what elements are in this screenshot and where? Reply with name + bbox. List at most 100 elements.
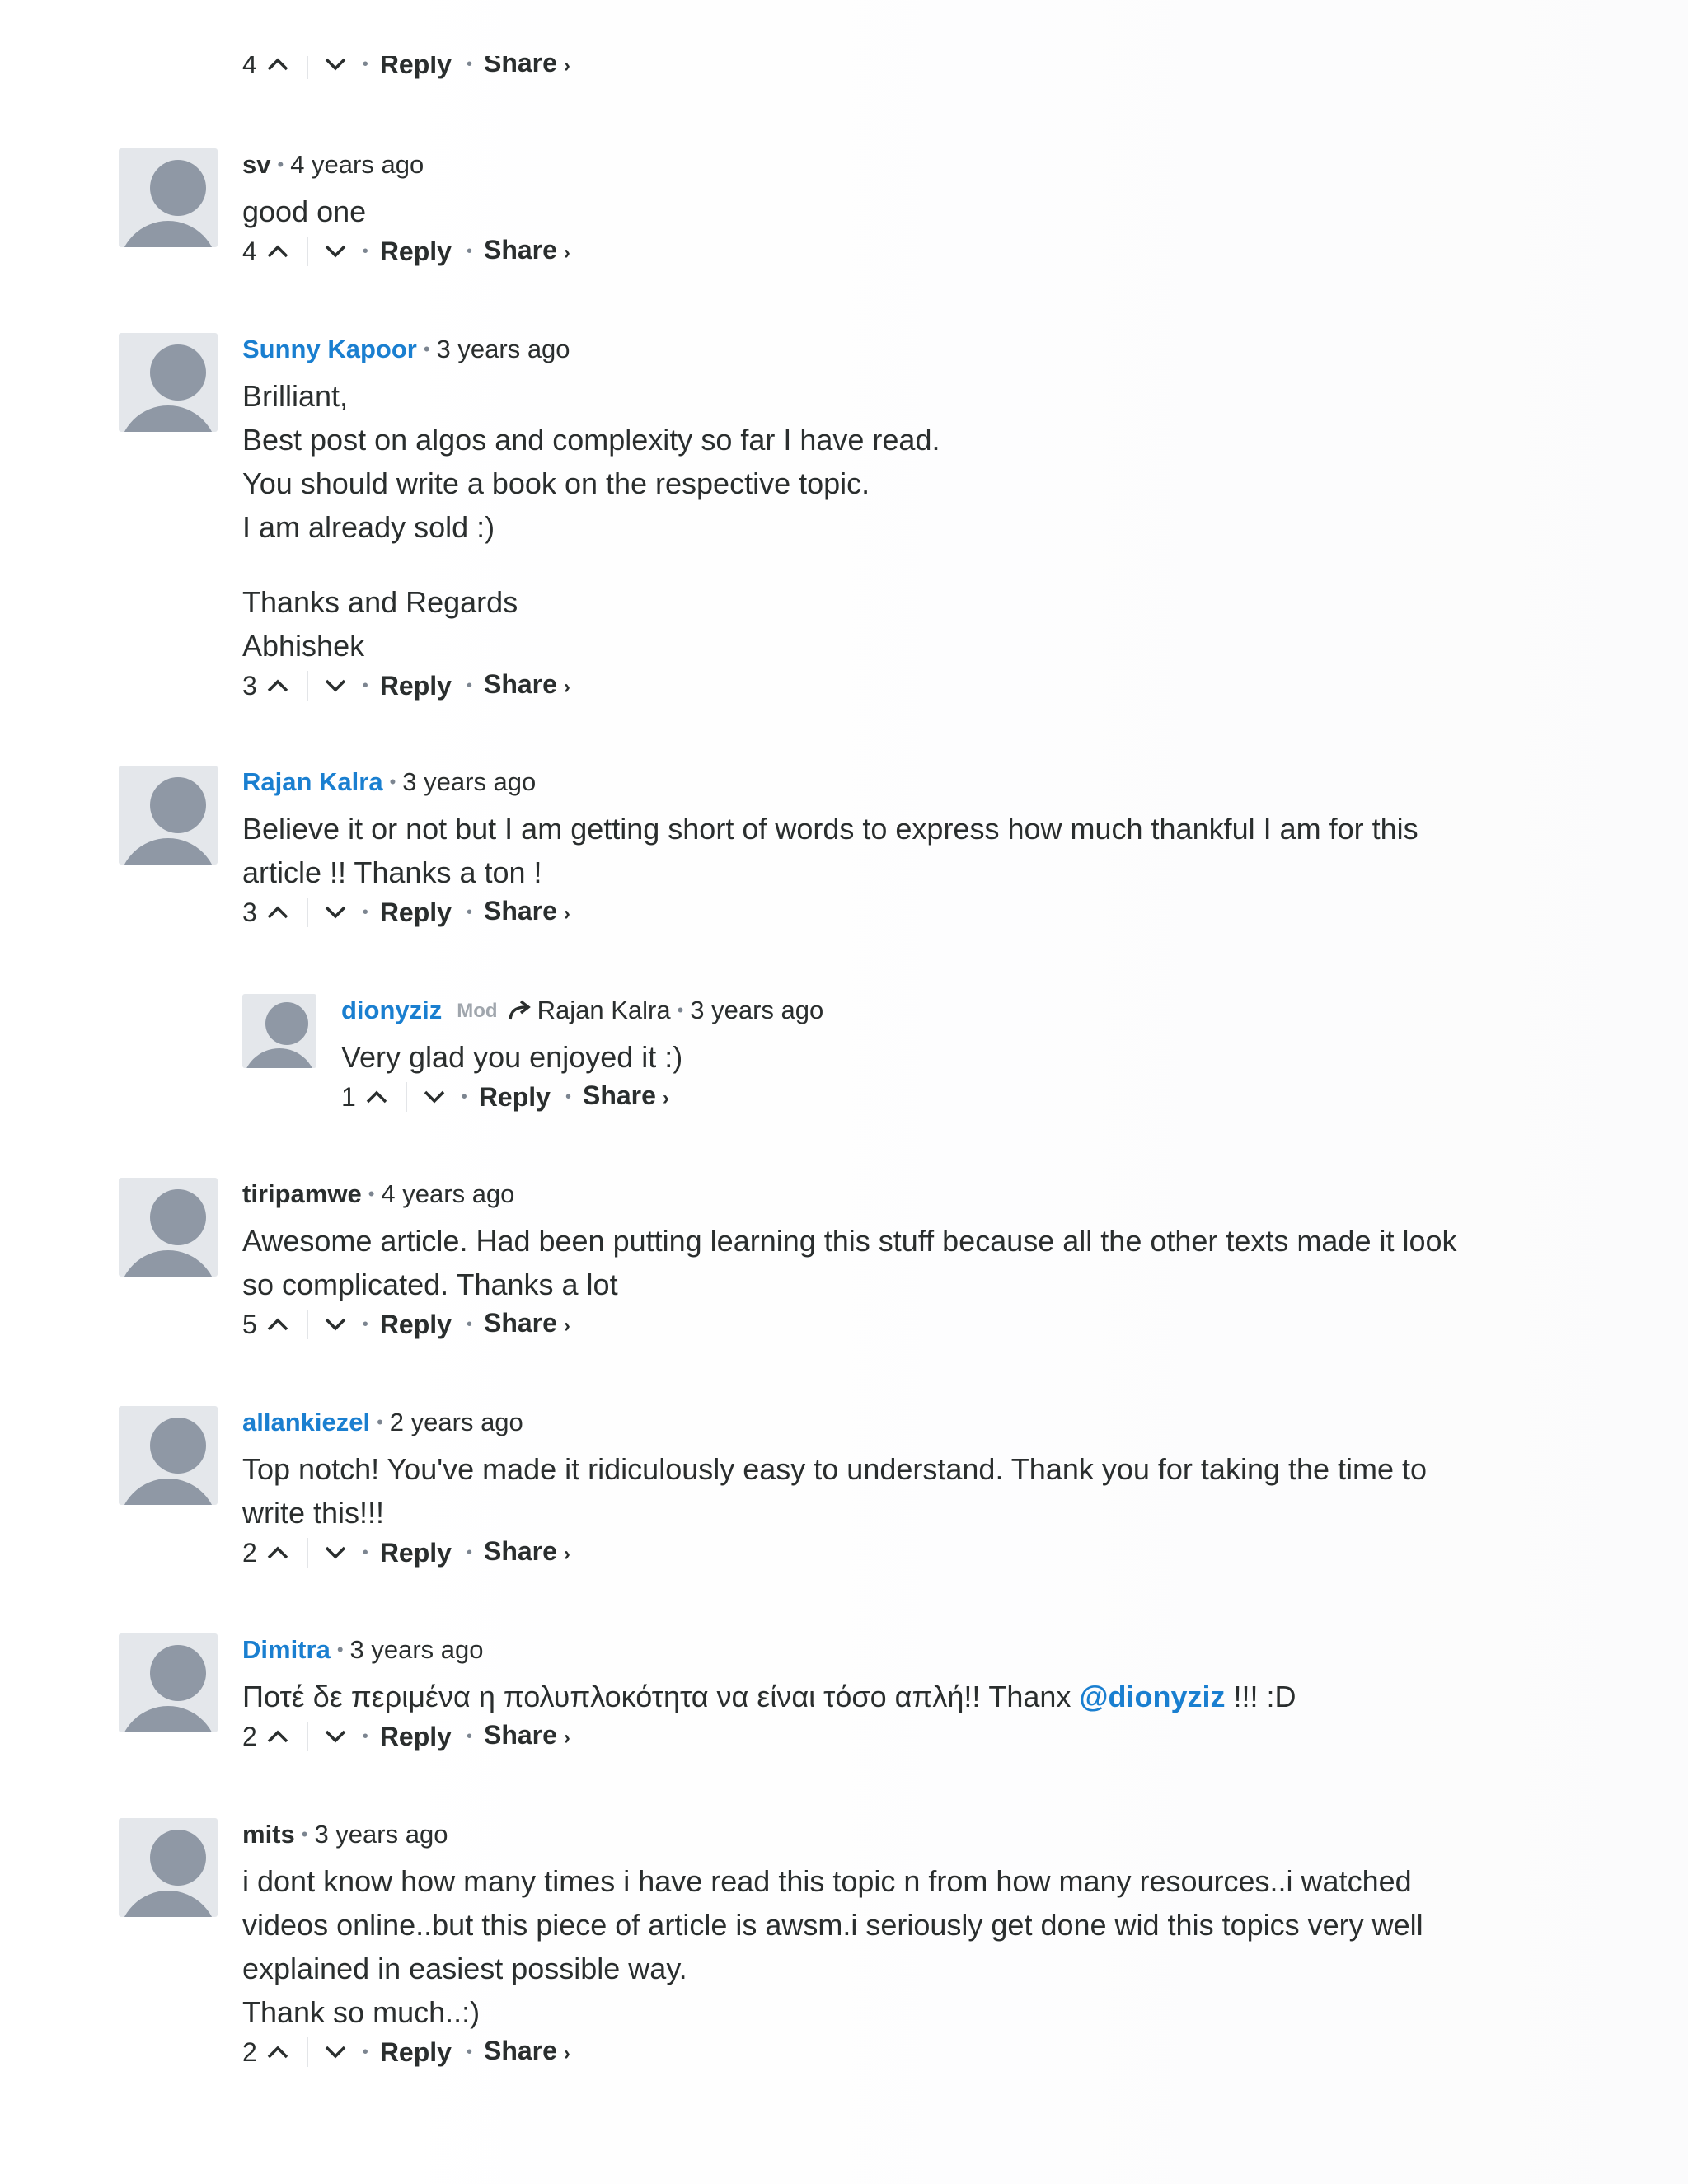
reply-button[interactable]: Reply [380,1720,452,1753]
separator-dot: • [423,339,430,359]
separator-dot: • [362,2043,368,2061]
upvote-icon[interactable] [265,1544,290,1561]
timestamp[interactable]: 3 years ago [314,1820,448,1849]
avatar[interactable] [119,1178,218,1277]
share-label: Share [483,669,557,699]
user-mention-link[interactable]: @dionyziz [1079,1680,1225,1713]
share-button[interactable]: Share › [583,1079,669,1115]
comment-actions: 2 • Reply • Share › [242,1536,1553,1569]
share-button[interactable]: Share › [484,1306,570,1343]
upvote-icon[interactable] [364,1089,389,1105]
upvote-icon[interactable] [265,1728,290,1745]
comment-text-segment: Ποτέ δε περιμένα η πολυπλοκότητα να είνα… [242,1680,1080,1713]
vote-divider [405,1082,407,1112]
vote-divider [306,56,308,79]
vote-count: 1 [341,1082,356,1112]
author-name[interactable]: dionyziz [341,996,442,1024]
separator-dot: • [466,1544,472,1562]
avatar[interactable] [119,333,218,432]
share-button[interactable]: Share › [484,668,570,704]
vote-count: 2 [242,1538,257,1568]
timestamp[interactable]: 3 years ago [402,767,536,796]
avatar[interactable] [119,1818,218,1917]
comment-line: Thanks and Regards [242,585,518,619]
downvote-icon[interactable] [323,1316,348,1333]
reply-to-name[interactable]: Rajan Kalra [537,996,671,1024]
downvote-icon[interactable] [323,1544,348,1561]
author-name[interactable]: Sunny Kapoor [242,335,417,363]
comment-line: Abhishek [242,629,365,663]
reply-button[interactable]: Reply [380,896,452,929]
separator-dot: • [677,1000,684,1020]
share-button[interactable]: Share › [484,56,570,82]
comment-line: good one [242,194,367,228]
upvote-icon[interactable] [265,904,290,921]
timestamp[interactable]: 4 years ago [290,150,424,179]
comment-actions: 1 • Reply • Share › [341,1080,1676,1113]
reply-button[interactable]: Reply [380,2036,452,2069]
comment-line: Best post on algos and complexity so far… [242,423,940,457]
comment-actions: 4 • Reply • Share › [242,235,1553,268]
share-button[interactable]: Share › [484,894,570,930]
share-button[interactable]: Share › [484,233,570,269]
avatar[interactable] [119,766,218,865]
reply-button[interactable]: Reply [380,1536,452,1569]
separator-dot: • [301,1824,308,1844]
comment-text-segment: !!! :D [1225,1680,1296,1713]
upvote-icon[interactable] [265,677,290,694]
downvote-icon[interactable] [323,1728,348,1745]
downvote-icon[interactable] [323,56,348,73]
author-name[interactable]: allankiezel [242,1408,370,1436]
vote-count: 2 [242,2037,257,2067]
upvote-icon[interactable] [265,2044,290,2060]
upvote-icon[interactable] [265,1316,290,1333]
chevron-right-icon: › [563,902,570,925]
timestamp[interactable]: 3 years ago [690,996,823,1024]
avatar[interactable] [119,148,218,247]
comment-text: good one [242,190,1553,233]
reply-button[interactable]: Reply [380,669,452,702]
downvote-icon[interactable] [323,2044,348,2060]
comment-actions: 3 • Reply • Share › [242,669,1553,702]
reply-button[interactable]: Reply [380,235,452,268]
separator-dot: • [368,1183,375,1204]
share-button[interactable]: Share › [484,1535,570,1571]
separator-dot: • [277,154,284,175]
author-name[interactable]: mits [242,1820,295,1849]
share-label: Share [483,1536,557,1566]
downvote-icon[interactable] [323,243,348,260]
author-name[interactable]: Rajan Kalra [242,767,383,796]
timestamp[interactable]: 2 years ago [390,1408,523,1436]
share-button[interactable]: Share › [484,1718,570,1755]
comment-line: write this!!! [242,1496,385,1530]
downvote-icon[interactable] [323,677,348,694]
comment-line: Ποτέ δε περιμένα η πολυπλοκότητα να είνα… [242,1675,1553,1718]
chevron-right-icon: › [563,676,570,698]
author-name[interactable]: Dimitra [242,1635,331,1664]
reply-button[interactable]: Reply [479,1080,551,1113]
timestamp[interactable]: 3 years ago [350,1635,484,1664]
separator-dot: • [377,1412,383,1432]
author-name[interactable]: tiripamwe [242,1179,362,1208]
avatar[interactable] [242,994,316,1068]
downvote-icon[interactable] [422,1089,447,1105]
avatar[interactable] [119,1633,218,1732]
reply-button[interactable]: Reply [380,56,452,81]
downvote-icon[interactable] [323,904,348,921]
upvote-icon[interactable] [265,243,290,260]
comment-text: Brilliant, Best post on algos and comple… [242,374,1553,668]
timestamp[interactable]: 3 years ago [437,335,570,363]
avatar[interactable] [119,1406,218,1505]
reply-button[interactable]: Reply [380,1308,452,1341]
separator-dot: • [461,1088,467,1106]
vote-count: 5 [242,1310,257,1339]
author-name[interactable]: sv [242,150,270,179]
share-label: Share [483,2036,557,2065]
share-button[interactable]: Share › [484,2034,570,2070]
timestamp[interactable]: 4 years ago [381,1179,514,1208]
comment-meta: tiripamwe • 4 years ago [242,1178,1553,1211]
upvote-icon[interactable] [265,56,290,73]
vote-divider [306,1538,308,1568]
separator-dot: • [362,1544,368,1562]
comment-meta: allankiezel • 2 years ago [242,1406,1553,1439]
